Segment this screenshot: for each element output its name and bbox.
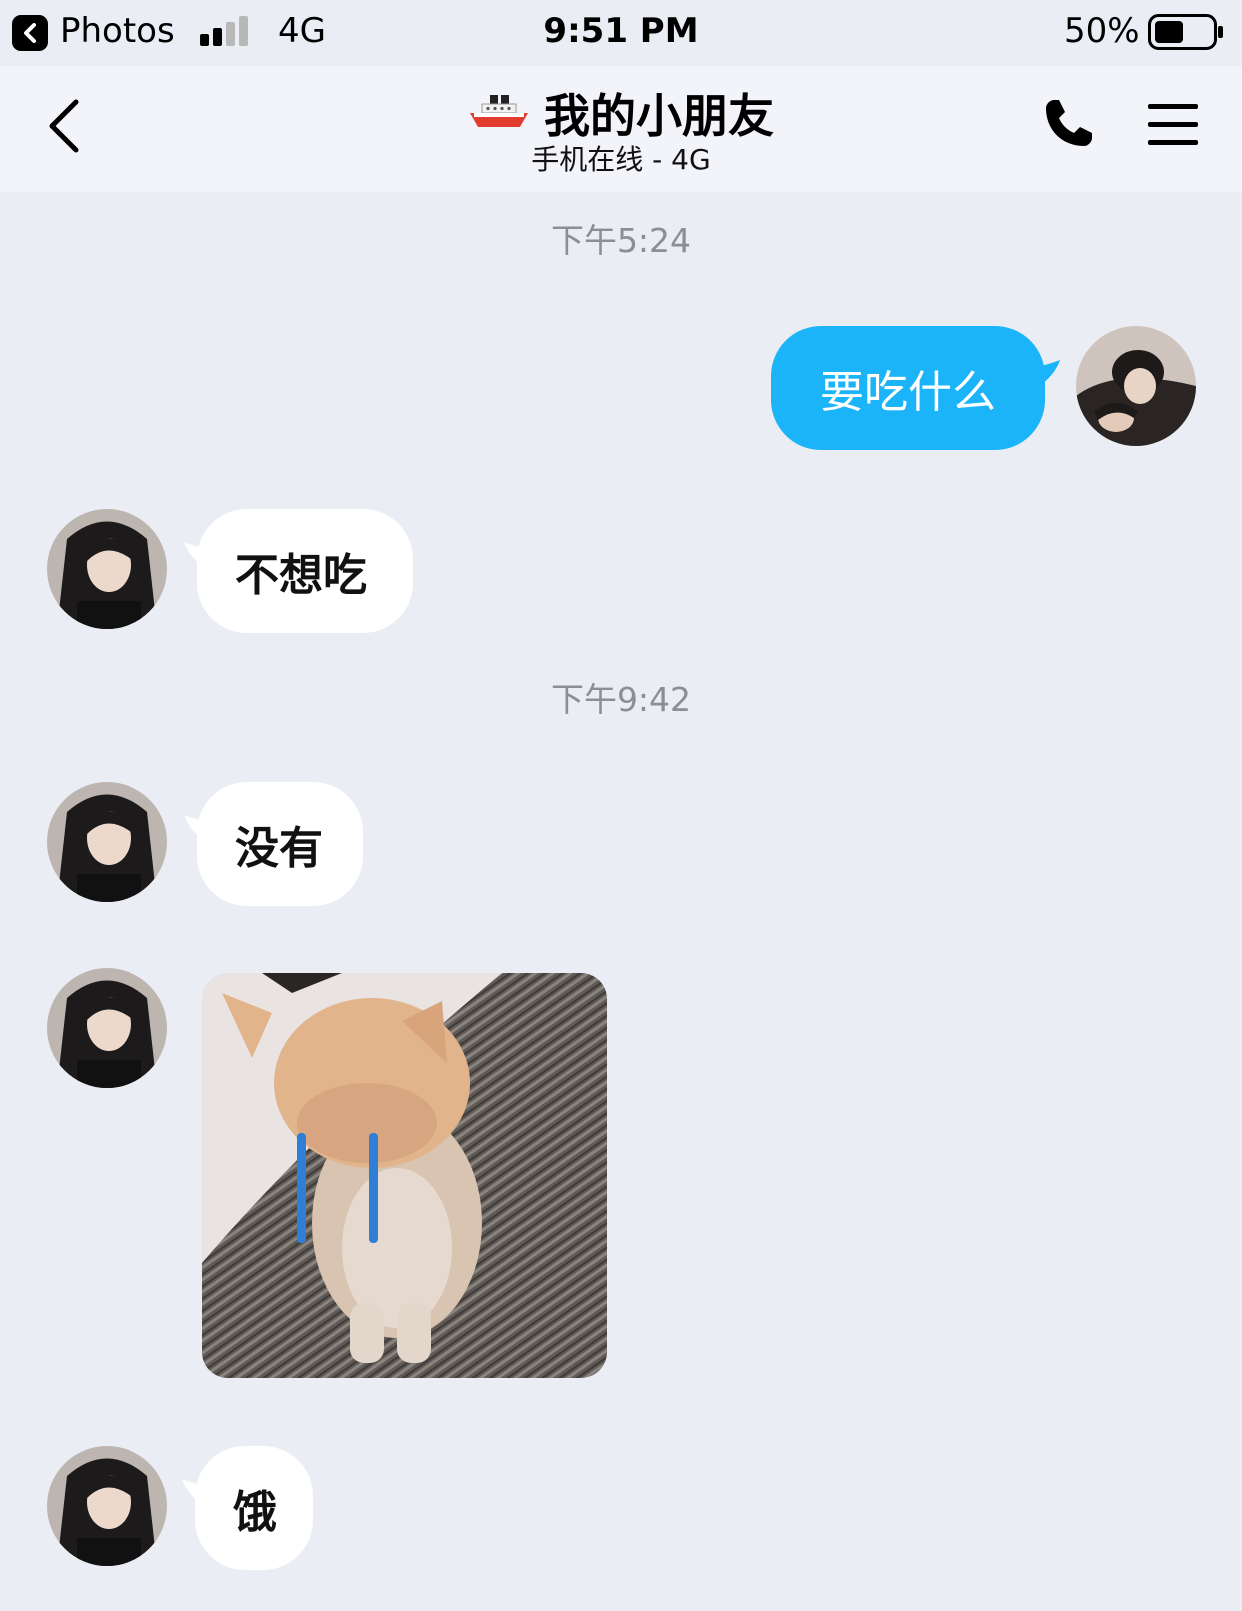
image-message-crying-cat[interactable] — [202, 973, 607, 1378]
phone-icon[interactable] — [1040, 96, 1096, 152]
timestamp: 下午5:24 — [550, 221, 692, 260]
chat-title: 我的小朋友 — [544, 89, 774, 143]
avatar-friend[interactable] — [47, 509, 167, 629]
message-text: 要吃什么 — [820, 367, 996, 418]
message-bubble-outgoing[interactable]: 要吃什么 — [771, 326, 1045, 450]
avatar-self[interactable] — [1076, 326, 1196, 446]
menu-icon[interactable] — [1146, 100, 1200, 148]
battery-percent: 50% — [1064, 11, 1140, 51]
timestamp: 下午9:42 — [550, 680, 692, 719]
message-bubble-incoming[interactable]: 饿 — [195, 1446, 313, 1570]
message-text: 饿 — [233, 1487, 277, 1538]
battery-icon — [1148, 14, 1223, 50]
message-text: 不想吃 — [235, 550, 367, 601]
message-bubble-incoming[interactable]: 没有 — [197, 782, 363, 906]
message-text: 没有 — [235, 823, 323, 874]
status-time: 9:51 PM — [543, 11, 699, 51]
ship-icon — [470, 95, 528, 127]
avatar-friend[interactable] — [47, 782, 167, 902]
chat-header: 我的小朋友 手机在线 - 4G — [0, 66, 1242, 192]
message-bubble-incoming[interactable]: 不想吃 — [197, 509, 413, 633]
avatar-friend[interactable] — [47, 1446, 167, 1566]
avatar-friend[interactable] — [47, 968, 167, 1088]
status-bar: Photos 4G 9:51 PM 50% — [0, 0, 1242, 66]
